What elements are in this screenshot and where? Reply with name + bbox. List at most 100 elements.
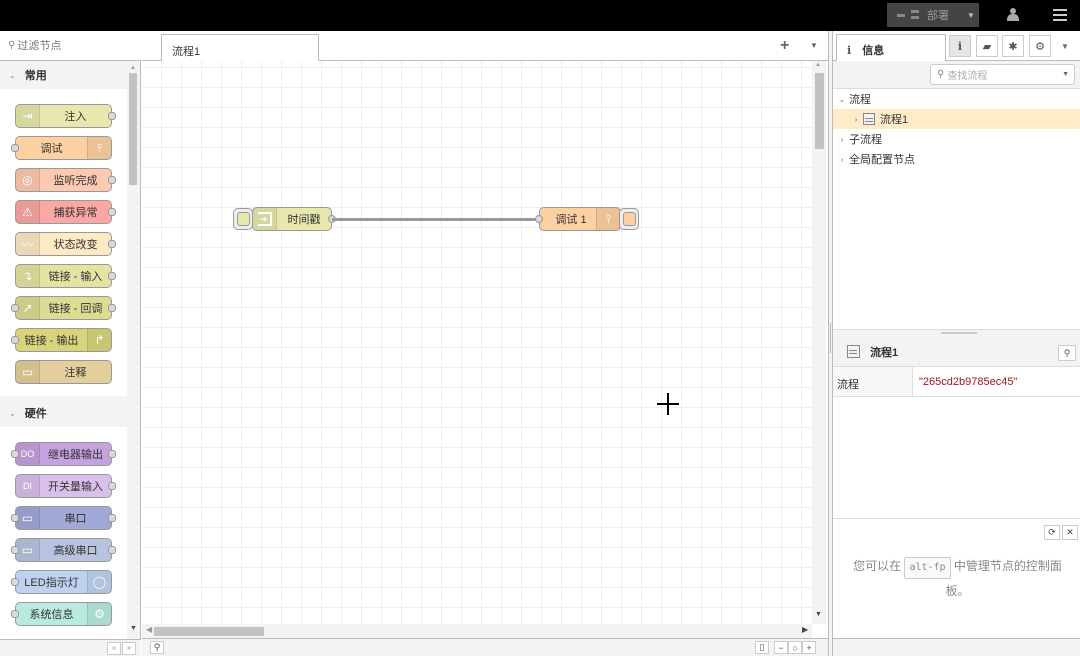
tab-info[interactable]: i 信息 <box>836 34 946 62</box>
scroll-down-icon[interactable]: ▼ <box>130 625 137 632</box>
palette-node[interactable]: ▭ 注释 <box>15 360 112 384</box>
gear-icon[interactable]: ⚙ <box>1029 35 1051 57</box>
scroll-thumb[interactable] <box>154 627 264 636</box>
property-key: 流程 <box>833 367 913 396</box>
caret-down-icon[interactable]: ▼ <box>1062 71 1069 78</box>
user-icon[interactable] <box>1007 8 1019 22</box>
flow-canvas[interactable]: ➔ 时间戳 调试 1 ⫯ <box>142 61 812 624</box>
palette-node[interactable]: 调试 ⫯ <box>11 136 112 160</box>
tab-label: 信息 <box>862 45 885 57</box>
flow-node-inject[interactable]: ➔ 时间戳 <box>252 207 336 231</box>
menu-icon[interactable] <box>1053 9 1067 21</box>
close-icon[interactable]: ✕ <box>1062 525 1078 540</box>
node-label: 监听完成 <box>53 175 98 187</box>
flow-node-debug[interactable]: 调试 1 ⫯ <box>535 207 621 231</box>
debug-toggle-button[interactable] <box>619 208 639 230</box>
flow-search-input[interactable]: ⚲ 查找流程 ▼ <box>930 64 1075 85</box>
scroll-up-icon[interactable]: ▲ <box>815 62 821 68</box>
debug-icon: ⫯ <box>87 137 111 159</box>
scroll-right-icon[interactable]: ▶ <box>802 625 808 634</box>
search-icon: ⚲ <box>937 69 945 80</box>
palette-node[interactable]: DO 继电器输出 <box>11 442 116 466</box>
deploy-icon <box>897 10 919 20</box>
scroll-left-icon[interactable]: ◀ <box>146 625 152 634</box>
expand-all-button[interactable]: » <box>122 642 136 655</box>
workspace: 流程1 + ▼ ➔ 时间戳 调试 1 ⫯ ▲ ▼ ◀ ▶ ⚲ ▯ − ○ + <box>142 31 828 656</box>
scroll-thumb[interactable] <box>815 73 824 149</box>
node-label: 串口 <box>64 513 87 525</box>
category-common-body: ⇥ 注入 调试 ⫯ ◎ 监听完成 ⚠ 捕获异常〰 状态改变 ↴ 链接 - 输入 ↗ 链接 - 回调 链接 … <box>0 89 127 396</box>
alert-icon: ⚠ <box>16 201 40 223</box>
palette-node[interactable]: ▭ 高级串口 <box>11 538 116 562</box>
tree-label: 全局配置节点 <box>849 154 915 166</box>
caret-down-icon[interactable]: ▼ <box>810 41 818 50</box>
book-icon[interactable]: ▰ <box>976 35 998 57</box>
deploy-caret-icon[interactable]: ▼ <box>967 11 975 20</box>
deploy-button[interactable]: 部署 ▼ <box>887 3 979 27</box>
caret-down-icon[interactable]: ▼ <box>1061 42 1069 51</box>
wire[interactable] <box>332 218 539 221</box>
palette-node[interactable]: 〰 状态改变 <box>15 232 116 256</box>
zoom-out-icon[interactable]: − <box>774 641 788 654</box>
palette-node[interactable]: ↗ 链接 - 回调 <box>11 296 116 320</box>
tree-item-subflows[interactable]: › 子流程 <box>833 129 1080 149</box>
refresh-icon[interactable]: ⟳ <box>1044 525 1060 540</box>
output-port <box>108 112 116 120</box>
palette-search[interactable]: ⚲ <box>0 31 141 61</box>
input-port <box>11 144 19 152</box>
tab-flow1[interactable]: 流程1 <box>161 34 319 62</box>
divider-grip[interactable] <box>941 332 977 334</box>
tree-item-flow1[interactable]: › 流程1 <box>833 109 1080 129</box>
palette-node[interactable]: 系统信息 ⚙ <box>11 602 112 626</box>
palette-footer: » » <box>0 639 141 656</box>
info-icon: i <box>847 44 852 57</box>
search-icon[interactable]: ⚲ <box>1058 345 1076 361</box>
inject-trigger-button[interactable] <box>233 208 253 230</box>
palette-node[interactable]: ◎ 监听完成 <box>15 168 116 192</box>
tree-item-flows[interactable]: ⌄ 流程 <box>833 89 1080 109</box>
palette-node[interactable]: LED指示灯 ◯ <box>11 570 112 594</box>
link-out-icon: ↱ <box>87 329 111 351</box>
workspace-footer: ⚲ ▯ − ○ + <box>142 638 828 656</box>
bulb-icon: ◯ <box>87 571 111 593</box>
palette-node[interactable]: ▭ 串口 <box>11 506 116 530</box>
comment-icon: ▭ <box>16 361 40 383</box>
flow-icon <box>847 345 860 358</box>
output-port <box>108 304 116 312</box>
input-port <box>11 336 19 344</box>
info-title: 流程1 <box>870 346 899 359</box>
category-hardware-header[interactable]: ⌄ 硬件 <box>0 399 127 427</box>
category-common-header[interactable]: ⌄ 常用 <box>0 61 127 89</box>
node-label: 系统信息 <box>29 609 74 621</box>
bug-icon[interactable]: ✱ <box>1002 35 1024 57</box>
palette-filter-input[interactable] <box>17 39 128 52</box>
input-port[interactable] <box>535 215 543 223</box>
collapse-all-button[interactable]: » <box>107 642 121 655</box>
canvas-vertical-scrollbar[interactable]: ▲ ▼ <box>812 61 826 624</box>
map-icon[interactable]: ▯ <box>755 641 769 654</box>
help-text-before: 您可以在 <box>853 559 902 573</box>
palette-node[interactable]: DI 开关量输入 <box>15 474 116 498</box>
scroll-up-icon[interactable]: ▲ <box>130 65 136 71</box>
info-icon[interactable]: i <box>949 35 971 57</box>
zoom-reset-icon[interactable]: ○ <box>788 641 802 654</box>
tree-item-global-config[interactable]: › 全局配置节点 <box>833 149 1080 169</box>
output-port <box>108 176 116 184</box>
node-label: 链接 - 输入 <box>48 271 103 283</box>
chevron-right-icon: › <box>840 134 844 144</box>
plus-icon[interactable]: + <box>780 37 789 55</box>
output-port <box>108 208 116 216</box>
splitter-grip[interactable] <box>830 323 831 353</box>
sidebar-section-divider[interactable] <box>833 329 1080 337</box>
palette-node[interactable]: ⚠ 捕获异常 <box>15 200 116 224</box>
scroll-down-icon[interactable]: ▼ <box>815 611 822 618</box>
status-icon: 〰 <box>16 233 40 255</box>
palette-scroll-thumb[interactable] <box>129 73 137 185</box>
palette-node[interactable]: 链接 - 输出 ↱ <box>11 328 112 352</box>
zoom-in-icon[interactable]: + <box>802 641 816 654</box>
link-call-icon: ↗ <box>16 297 40 319</box>
palette-node[interactable]: ↴ 链接 - 输入 <box>15 264 116 288</box>
canvas-horizontal-scrollbar[interactable]: ◀ ▶ <box>142 624 812 638</box>
search-icon[interactable]: ⚲ <box>150 641 164 654</box>
palette-node[interactable]: ⇥ 注入 <box>15 104 116 128</box>
